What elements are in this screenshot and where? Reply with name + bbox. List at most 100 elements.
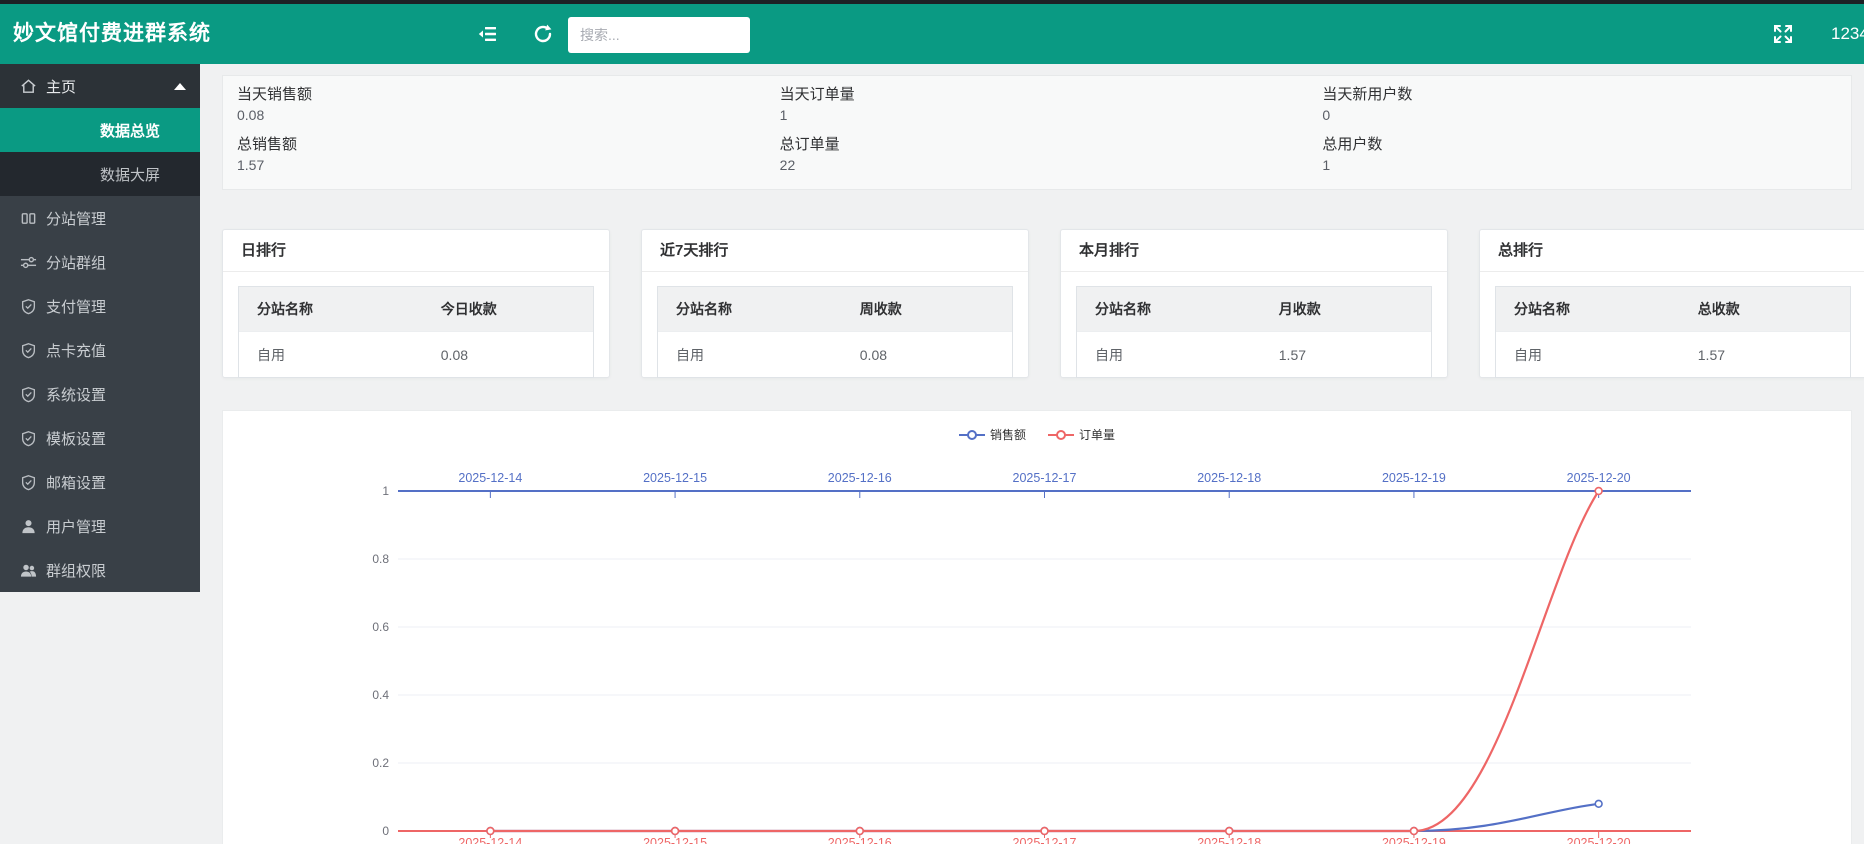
shield-icon xyxy=(20,386,37,403)
sidebar-item-label: 系统设置 xyxy=(46,384,106,405)
cell-site-name: 自用 xyxy=(1496,345,1698,365)
ranking-table-header: 分站名称 今日收款 xyxy=(239,287,593,331)
sidebar-item-label: 点卡充值 xyxy=(46,340,106,361)
cell-amount: 0.08 xyxy=(860,347,1012,363)
sidebar-item-label: 分站群组 xyxy=(46,252,106,273)
shield-icon xyxy=(20,342,37,359)
refresh-icon[interactable] xyxy=(532,23,554,45)
top-axis-label: 2025-12-16 xyxy=(828,471,892,485)
legend-item-订单量[interactable]: 订单量 xyxy=(1048,426,1115,443)
chart-legend: 销售额 订单量 xyxy=(223,426,1851,443)
y-tick-label: 0.4 xyxy=(372,688,389,702)
data-point-marker xyxy=(1411,828,1418,835)
stat-value: 1 xyxy=(1322,156,1837,175)
y-tick-label: 0.8 xyxy=(372,552,389,566)
data-point-marker xyxy=(1041,828,1048,835)
sidebar-item-11[interactable]: 群组权限 xyxy=(0,548,200,592)
table-row: 自用 0.08 xyxy=(658,331,1012,377)
y-tick-label: 0.6 xyxy=(372,620,389,634)
col-amount: 周收款 xyxy=(860,299,1012,319)
sidebar-item-label: 分站管理 xyxy=(46,208,106,229)
app-header: 妙文馆付费进群系统 12345 xyxy=(0,4,1864,64)
stat-label: 当天销售额 xyxy=(237,84,752,106)
sidebar-item-3[interactable]: 分站管理 xyxy=(0,196,200,240)
top-axis-label: 2025-12-19 xyxy=(1382,471,1446,485)
top-axis-label: 2025-12-18 xyxy=(1197,471,1261,485)
user-icon xyxy=(20,518,37,535)
legend-label: 销售额 xyxy=(990,426,1026,443)
fullscreen-expand-icon[interactable] xyxy=(1772,23,1794,45)
col-site-name: 分站名称 xyxy=(658,299,860,319)
data-point-marker xyxy=(856,828,863,835)
stat-value: 1.57 xyxy=(237,156,752,175)
sales-orders-chart-card: 00.20.40.60.812025-12-142025-12-152025-1… xyxy=(222,410,1852,844)
col-site-name: 分站名称 xyxy=(1077,299,1279,319)
sidebar-item-4[interactable]: 分站群组 xyxy=(0,240,200,284)
shield-icon xyxy=(20,298,37,315)
ranking-card-2: 本月排行 分站名称 月收款 自用 1.57 xyxy=(1060,229,1448,378)
legend-marker-icon xyxy=(959,429,985,441)
menu-fold-icon[interactable] xyxy=(478,23,500,45)
sidebar-item-label: 数据大屏 xyxy=(100,164,160,185)
ranking-table: 分站名称 周收款 自用 0.08 xyxy=(657,286,1013,378)
stat-column-1: 当天订单量1总订单量22 xyxy=(766,76,1309,189)
legend-marker-icon xyxy=(1048,429,1074,441)
ranking-table: 分站名称 总收款 自用 1.57 xyxy=(1495,286,1851,378)
ranking-table-header: 分站名称 总收款 xyxy=(1496,287,1850,331)
ranking-table-header: 分站名称 周收款 xyxy=(658,287,1012,331)
col-site-name: 分站名称 xyxy=(239,299,441,319)
columns-icon xyxy=(20,210,37,227)
bottom-axis-label: 2025-12-17 xyxy=(1013,836,1077,844)
series-订单量 xyxy=(487,488,1602,835)
sidebar-item-1[interactable]: 数据总览 xyxy=(0,108,200,152)
bottom-axis-label: 2025-12-15 xyxy=(643,836,707,844)
cell-site-name: 自用 xyxy=(239,345,441,365)
home-icon xyxy=(20,78,37,95)
legend-item-销售额[interactable]: 销售额 xyxy=(959,426,1026,443)
data-point-marker xyxy=(1595,800,1602,807)
top-x-axis: 2025-12-142025-12-152025-12-162025-12-17… xyxy=(398,471,1691,498)
bottom-axis-label: 2025-12-14 xyxy=(458,836,522,844)
sidebar-item-label: 模板设置 xyxy=(46,428,106,449)
stat-label: 总用户数 xyxy=(1322,134,1837,156)
sidebar-item-0[interactable]: 主页 xyxy=(0,64,200,108)
sidebar-item-label: 数据总览 xyxy=(100,120,160,141)
users-icon xyxy=(20,562,37,579)
stat-value: 1 xyxy=(780,106,1295,125)
sidebar-item-9[interactable]: 邮箱设置 xyxy=(0,460,200,504)
ranking-table: 分站名称 今日收款 自用 0.08 xyxy=(238,286,594,378)
search-input[interactable] xyxy=(568,17,750,53)
sidebar-item-2[interactable]: 数据大屏 xyxy=(0,152,200,196)
y-tick-label: 1 xyxy=(382,484,389,498)
sidebar-item-8[interactable]: 模板设置 xyxy=(0,416,200,460)
ranking-card-1: 近7天排行 分站名称 周收款 自用 0.08 xyxy=(641,229,1029,378)
ranking-card-title: 近7天排行 xyxy=(642,230,1028,272)
top-axis-label: 2025-12-20 xyxy=(1567,471,1631,485)
line-chart: 00.20.40.60.812025-12-142025-12-152025-1… xyxy=(223,411,1853,844)
sidebar-item-label: 邮箱设置 xyxy=(46,472,106,493)
sidebar: 主页 数据总览 数据大屏 分站管理 分站群组 支付管理 点卡充值 系统设置 模板… xyxy=(0,64,200,592)
sidebar-item-10[interactable]: 用户管理 xyxy=(0,504,200,548)
data-point-marker xyxy=(1595,488,1602,495)
stat-label: 总订单量 xyxy=(780,134,1295,156)
stat-label: 当天新用户数 xyxy=(1322,84,1837,106)
col-site-name: 分站名称 xyxy=(1496,299,1698,319)
chart-gridlines xyxy=(398,559,1691,763)
sidebar-item-6[interactable]: 点卡充值 xyxy=(0,328,200,372)
top-axis-label: 2025-12-15 xyxy=(643,471,707,485)
col-amount: 月收款 xyxy=(1279,299,1431,319)
series-line xyxy=(490,491,1598,831)
user-label[interactable]: 12345 xyxy=(1831,4,1864,64)
cell-amount: 1.57 xyxy=(1279,347,1431,363)
sidebar-item-5[interactable]: 支付管理 xyxy=(0,284,200,328)
shield-icon xyxy=(20,474,37,491)
ranking-table: 分站名称 月收款 自用 1.57 xyxy=(1076,286,1432,378)
sidebar-item-7[interactable]: 系统设置 xyxy=(0,372,200,416)
col-amount: 总收款 xyxy=(1698,299,1850,319)
sidebar-item-label: 用户管理 xyxy=(46,516,106,537)
stat-column-2: 当天新用户数0总用户数1 xyxy=(1308,76,1851,189)
top-axis-label: 2025-12-14 xyxy=(458,471,522,485)
stat-label: 总销售额 xyxy=(237,134,752,156)
sidebar-item-label: 支付管理 xyxy=(46,296,106,317)
sidebar-item-label: 群组权限 xyxy=(46,560,106,581)
